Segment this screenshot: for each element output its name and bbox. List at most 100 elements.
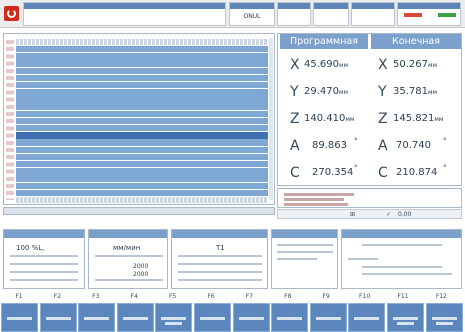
program-line[interactable]: [16, 189, 268, 197]
actual-value: 50.267мм: [393, 59, 438, 70]
feedrate-panel: мм/мин 2000 2000: [88, 229, 168, 289]
actual-value: 145.821мм: [393, 113, 444, 124]
softkey-button-8[interactable]: [271, 303, 309, 332]
f-value: 2000: [133, 263, 149, 270]
axis-label: A: [378, 138, 388, 154]
program-line[interactable]: [16, 74, 268, 82]
header-cell-4: [313, 2, 349, 26]
fkey-label-f2: F2: [53, 293, 62, 300]
status-cell: [397, 2, 461, 26]
program-line[interactable]: [16, 182, 268, 189]
position-panel: Программная Конечная X 45.690мм X 50.267мм Y…: [277, 33, 462, 186]
fkey-label-f12: F12: [435, 293, 447, 300]
softkey-bar: [0, 303, 465, 332]
softkey-button-3[interactable]: [78, 303, 116, 332]
axis-label: X: [290, 57, 300, 73]
axis-label: C: [290, 165, 300, 181]
program-status-line: [3, 207, 275, 215]
degree-symbol: °: [354, 164, 358, 172]
feedrate-unit: мм/мин: [113, 244, 141, 252]
program-line[interactable]: [16, 168, 268, 175]
program-line[interactable]: [16, 67, 268, 74]
header-cell-5: [351, 2, 395, 26]
softkey-button-4[interactable]: [116, 303, 154, 332]
actual-value: 70.740: [396, 140, 431, 151]
program-scrollbar[interactable]: [269, 38, 273, 200]
program-line[interactable]: [16, 160, 268, 168]
fkey-label-f3: F3: [92, 293, 100, 300]
program-line[interactable]: [16, 125, 268, 132]
softkey-button-1[interactable]: [1, 303, 38, 332]
programmed-value: 45.690мм: [304, 59, 349, 70]
program-line[interactable]: [16, 139, 268, 146]
feed-panel: 100 %L,: [3, 229, 85, 289]
softkey-button-7[interactable]: [232, 303, 270, 332]
axis-row: Z 140.410мм Z 145.821мм: [278, 105, 463, 133]
program-line[interactable]: [16, 60, 268, 67]
program-line[interactable]: [16, 103, 268, 110]
g-functions-panel: [271, 229, 338, 289]
status-green-indicator: [438, 13, 456, 17]
axis-label: Z: [378, 111, 388, 127]
fkey-label-f7: F7: [245, 293, 254, 300]
program-line[interactable]: [16, 110, 268, 118]
actual-header: Конечная: [371, 34, 461, 49]
program-line[interactable]: [16, 132, 268, 139]
program-listing[interactable]: [3, 33, 275, 205]
mode-value: ONUL: [243, 13, 261, 20]
axis-label: A: [290, 138, 300, 154]
mode-cell: ONUL: [229, 2, 275, 26]
program-line[interactable]: [16, 81, 268, 89]
s-value: 2000: [133, 271, 149, 278]
program-line[interactable]: [16, 96, 268, 103]
program-line[interactable]: [16, 146, 268, 153]
fkey-label-f6: F6: [207, 293, 215, 300]
tool-panel: T1: [171, 229, 268, 289]
axis-label: Y: [290, 84, 299, 100]
degree-symbol: °: [443, 137, 447, 145]
function-key-labels: F1 F2 F3 F4 F5 F6 F7 F8 F9 F10 F11 F12: [0, 292, 465, 301]
softkey-button-11[interactable]: [387, 303, 424, 332]
fkey-label-f10: F10: [359, 293, 371, 300]
top-header-bar: ONUL: [0, 0, 465, 28]
message-log: [277, 188, 462, 208]
program-line[interactable]: [16, 117, 268, 125]
actual-value: 35.781мм: [393, 86, 438, 97]
fkey-label-f11: F11: [397, 293, 409, 300]
program-line[interactable]: [16, 53, 268, 60]
actual-value: 210.874: [396, 167, 438, 178]
softkey-button-10[interactable]: [348, 303, 386, 332]
degree-symbol: °: [443, 164, 447, 172]
program-line[interactable]: [16, 45, 268, 53]
axis-label: Z: [290, 111, 300, 127]
program-line[interactable]: [16, 38, 268, 46]
axis-row: X 45.690мм X 50.267мм: [278, 51, 463, 79]
axis-row: Y 29.470мм Y 35.781мм: [278, 78, 463, 106]
tool-value: 0,00: [398, 211, 412, 218]
axis-label: Y: [378, 84, 387, 100]
programmed-value: 89.863: [312, 140, 347, 151]
softkey-button-5[interactable]: [155, 303, 193, 332]
softkey-button-2[interactable]: [39, 303, 77, 332]
programmed-header: Программная: [280, 34, 368, 49]
axis-label: C: [378, 165, 388, 181]
softkey-button-9[interactable]: [309, 303, 347, 332]
program-line[interactable]: [16, 175, 268, 182]
tool-number: T1: [216, 244, 225, 252]
program-line[interactable]: [16, 89, 268, 96]
program-line[interactable]: [16, 196, 268, 204]
degree-symbol: °: [354, 137, 358, 145]
fkey-label-f4: F4: [130, 293, 138, 300]
fkey-label-f9: F9: [322, 293, 330, 300]
logo-icon[interactable]: [4, 6, 19, 21]
programmed-value: 140.410мм: [304, 113, 355, 124]
cnc-screen: ONUL Программная Конечная X 45.690мм X 50.2…: [0, 0, 465, 332]
program-name-cell: [23, 2, 226, 26]
program-line[interactable]: [16, 153, 268, 161]
status-red-indicator: [404, 13, 422, 17]
softkey-button-12[interactable]: [425, 303, 463, 332]
tool-strip: ⊞ ✓ 0,00: [277, 209, 462, 219]
zoom-icon[interactable]: ⊞: [350, 211, 355, 218]
softkey-button-6[interactable]: [194, 303, 231, 332]
check-icon[interactable]: ✓: [386, 211, 391, 218]
